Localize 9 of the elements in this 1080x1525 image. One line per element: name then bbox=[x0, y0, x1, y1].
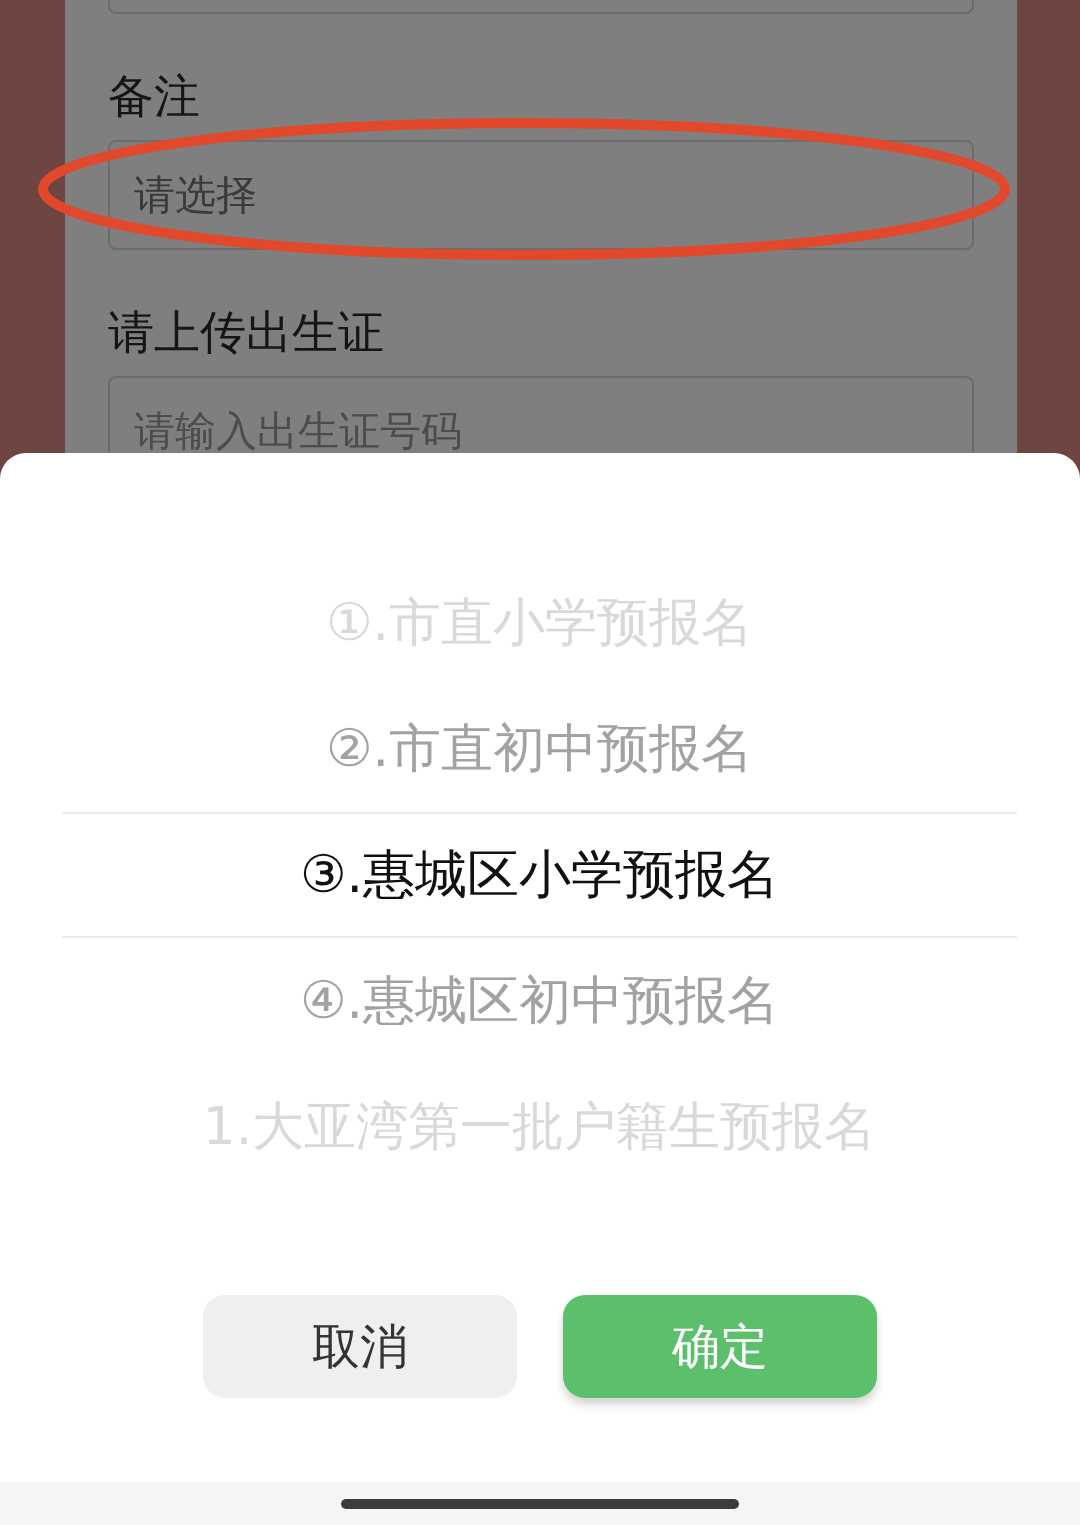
field-label: 请上传出生证 bbox=[108, 304, 384, 361]
cancel-button[interactable]: 取消 bbox=[203, 1295, 517, 1398]
confirm-button[interactable]: 确定 bbox=[563, 1295, 877, 1398]
picker-option[interactable]: ②.市直初中预报名 bbox=[62, 686, 1017, 812]
field-label: 备注 bbox=[108, 68, 200, 125]
home-indicator[interactable] bbox=[341, 1498, 739, 1509]
select-field[interactable]: 请选择 bbox=[108, 140, 974, 250]
picker-option[interactable]: ④.惠城区初中预报名 bbox=[62, 938, 1017, 1064]
picker-option[interactable]: ③.惠城区小学预报名 bbox=[62, 812, 1017, 938]
